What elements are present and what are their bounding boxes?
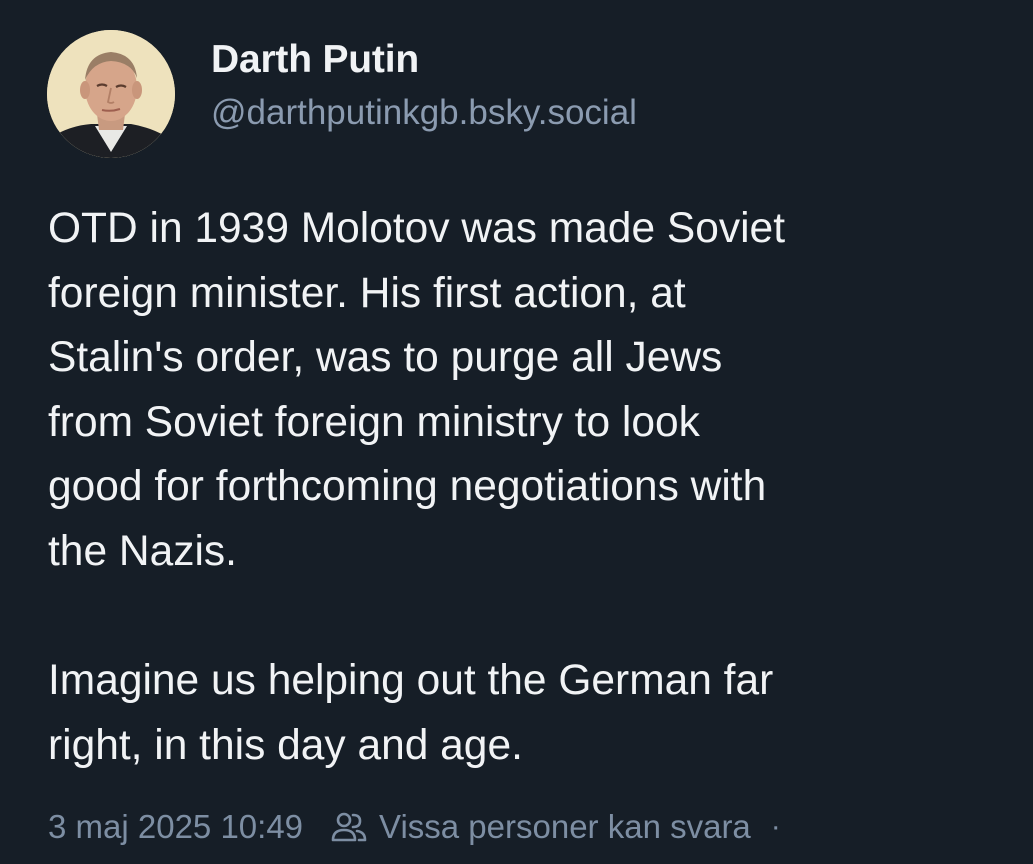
post-meta: 3 maj 2025 10:49 Vissa personer kan svar…	[48, 805, 781, 849]
post: Darth Putin @darthputinkgb.bsky.social O…	[0, 0, 1033, 864]
post-text-line: the Nazis.	[48, 527, 237, 575]
post-text-line: good for forthcoming negotiations with	[48, 463, 767, 511]
post-text-line: OTD in 1939 Molotov was made Soviet	[48, 205, 786, 252]
meta-separator: ·	[770, 810, 781, 843]
people-icon	[329, 807, 369, 847]
reply-setting-label[interactable]: Vissa personer kan svara	[379, 805, 751, 849]
author-display-name[interactable]: Darth Putin	[211, 36, 637, 84]
post-text-line: right, in this day and age.	[48, 721, 523, 769]
post-text-line: Stalin's order, was to purge all Jews	[48, 334, 723, 382]
avatar-image	[47, 30, 175, 158]
post-paragraph-1: OTD in 1939 Molotov was made Soviet fore…	[48, 197, 1018, 585]
post-text-line: from Soviet foreign ministry to look	[48, 398, 700, 446]
post-timestamp[interactable]: 3 maj 2025 10:49	[48, 805, 303, 849]
post-text-line: Imagine us helping out the German far	[48, 657, 774, 705]
author-handle[interactable]: @darthputinkgb.bsky.social	[211, 91, 637, 135]
author-info: Darth Putin @darthputinkgb.bsky.social	[211, 36, 637, 135]
post-text-line: foreign minister. His first action, at	[48, 269, 686, 317]
post-text: OTD in 1939 Molotov was made Soviet fore…	[48, 197, 1018, 778]
post-paragraph-2: Imagine us helping out the German far ri…	[48, 649, 1018, 778]
avatar[interactable]	[47, 30, 175, 158]
